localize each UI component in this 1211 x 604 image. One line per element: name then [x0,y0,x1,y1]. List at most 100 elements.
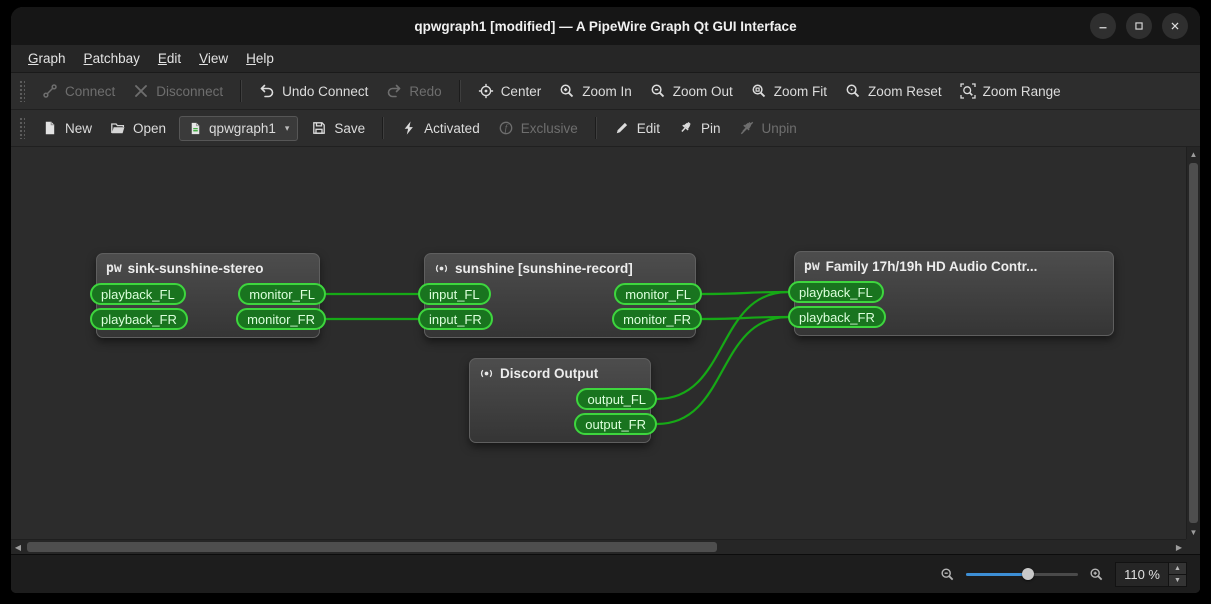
minimize-button[interactable] [1090,13,1116,39]
node-header: pwsink-sunshine-stereo [97,254,319,280]
zoom-range-button[interactable]: Zoom Range [951,77,1070,105]
graph-view: pwsink-sunshine-stereoplayback_FLmonitor… [11,147,1200,554]
maximize-button[interactable] [1126,13,1152,39]
pipewire-icon: pw [106,262,122,275]
horizontal-scrollbar-thumb[interactable] [27,542,717,552]
toolbar-main: Connect Disconnect Undo Connect Redo Cen… [11,73,1200,110]
toolbar-handle[interactable] [19,117,25,139]
menu-help[interactable]: Help [237,47,283,70]
zoom-out-icon[interactable] [940,567,955,582]
zoom-in-icon [559,83,575,99]
menu-edit[interactable]: Edit [149,47,190,70]
pipewire-icon: pw [804,260,820,273]
open-button[interactable]: Open [101,114,175,142]
port-out-monitor_FL[interactable]: monitor_FL [238,283,326,305]
port-in-input_FR[interactable]: input_FR [418,308,493,330]
graph-canvas[interactable]: pwsink-sunshine-stereoplayback_FLmonitor… [11,147,1186,539]
graph-node-sunshine[interactable]: sunshine [sunshine-record]input_FLmonito… [424,253,696,338]
undo-icon [259,83,275,99]
zoom-in-icon[interactable] [1089,567,1104,582]
unpin-button[interactable]: Unpin [730,114,806,142]
zoom-fit-icon [751,83,767,99]
disconnect-button[interactable]: Disconnect [124,77,232,105]
spin-down-icon[interactable]: ▼ [1169,574,1186,586]
activated-icon [401,120,417,136]
port-out-output_FR[interactable]: output_FR [574,413,657,435]
port-in-input_FL[interactable]: input_FL [418,283,491,305]
zoom-slider[interactable] [966,564,1078,584]
node-title: Family 17h/19h HD Audio Contr... [826,259,1038,274]
zoom-value[interactable]: 110 % [1116,563,1168,586]
graph-node-sink-sunshine-stereo[interactable]: pwsink-sunshine-stereoplayback_FLmonitor… [96,253,320,338]
patchbay-select[interactable]: qpwgraph1 ▾ [179,116,298,141]
port-out-output_FL[interactable]: output_FL [576,388,657,410]
new-button[interactable]: New [33,114,101,142]
vertical-scrollbar-thumb[interactable] [1189,163,1198,523]
zoom-spin-arrows: ▲ ▼ [1168,563,1186,586]
center-button[interactable]: Center [469,77,551,105]
audio-client-icon [479,366,494,381]
exclusive-button[interactable]: f Exclusive [489,114,587,142]
node-title: sunshine [sunshine-record] [455,261,633,276]
port-in-playback_FL[interactable]: playback_FL [90,283,186,305]
zoom-in-button[interactable]: Zoom In [550,77,641,105]
unpin-icon [739,120,755,136]
close-button[interactable] [1162,13,1188,39]
vertical-scrollbar[interactable]: ▲ ▼ [1186,147,1200,539]
connect-button[interactable]: Connect [33,77,124,105]
horizontal-scrollbar[interactable]: ◀ ▶ [11,539,1186,554]
edit-button[interactable]: Edit [605,114,669,142]
redo-button[interactable]: Redo [377,77,450,105]
patchbay-file-icon [188,121,203,136]
disconnect-icon [133,83,149,99]
connection-wire [702,317,788,319]
scroll-down-arrow-icon[interactable]: ▼ [1187,525,1200,539]
port-in-playback_FR[interactable]: playback_FR [788,306,886,328]
save-button[interactable]: Save [302,114,374,142]
maximize-icon [1132,19,1146,33]
connection-wire [702,292,788,294]
minimize-icon [1096,19,1110,33]
pin-button[interactable]: Pin [669,114,730,142]
port-in-playback_FL[interactable]: playback_FL [788,281,884,303]
close-icon [1168,19,1182,33]
edit-icon [614,120,630,136]
exclusive-icon: f [498,120,514,136]
menu-view[interactable]: View [190,47,237,70]
toolbar-handle[interactable] [19,80,25,102]
app-window: qpwgraph1 [modified] — A PipeWire Graph … [11,7,1200,593]
activated-button[interactable]: Activated [392,114,489,142]
statusbar: 110 % ▲ ▼ [11,554,1200,593]
graph-node-discord-output[interactable]: Discord Outputoutput_FLoutput_FR [469,358,651,443]
toolbar-separator [595,117,597,139]
zoom-spinbox[interactable]: 110 % ▲ ▼ [1115,562,1187,587]
port-out-monitor_FL[interactable]: monitor_FL [614,283,702,305]
scroll-right-arrow-icon[interactable]: ▶ [1172,540,1186,554]
window-title: qpwgraph1 [modified] — A PipeWire Graph … [414,19,796,34]
scroll-up-arrow-icon[interactable]: ▲ [1187,147,1200,161]
zoom-out-button[interactable]: Zoom Out [641,77,742,105]
svg-text:f: f [504,123,508,134]
toolbar-separator [240,80,242,102]
zoom-reset-button[interactable]: Zoom Reset [836,77,951,105]
graph-node-family-audio[interactable]: pwFamily 17h/19h HD Audio Contr...playba… [794,251,1114,336]
node-header: sunshine [sunshine-record] [425,254,695,280]
port-out-monitor_FR[interactable]: monitor_FR [612,308,702,330]
zoom-slider-handle[interactable] [1022,568,1034,580]
titlebar[interactable]: qpwgraph1 [modified] — A PipeWire Graph … [11,7,1200,45]
port-in-playback_FR[interactable]: playback_FR [90,308,188,330]
scroll-left-arrow-icon[interactable]: ◀ [11,540,25,554]
undo-connect-button[interactable]: Undo Connect [250,77,377,105]
zoom-slider-fill [966,573,1028,576]
menubar: Graph Patchbay Edit View Help [11,45,1200,73]
center-icon [478,83,494,99]
node-header: pw Family 17h/19h HD Audio Contr... [795,252,1113,278]
spin-up-icon[interactable]: ▲ [1169,563,1186,574]
menu-graph[interactable]: Graph [19,47,75,70]
menu-patchbay[interactable]: Patchbay [75,47,149,70]
zoom-reset-icon [845,83,861,99]
toolbar-separator [382,117,384,139]
port-out-monitor_FR[interactable]: monitor_FR [236,308,326,330]
zoom-out-icon [650,83,666,99]
zoom-fit-button[interactable]: Zoom Fit [742,77,836,105]
